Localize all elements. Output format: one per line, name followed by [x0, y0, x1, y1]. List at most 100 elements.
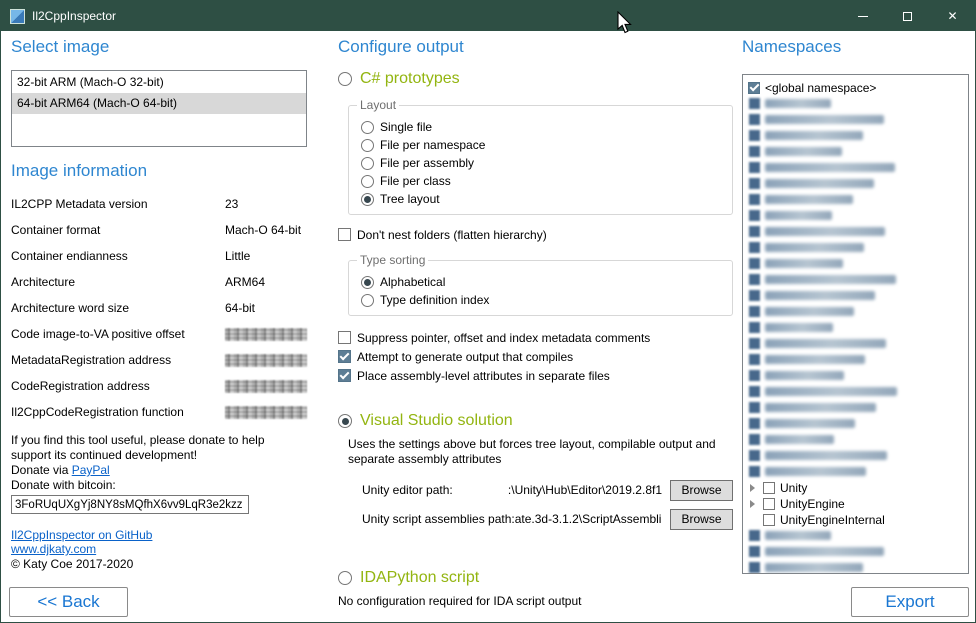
image-listbox[interactable]: 32-bit ARM (Mach-O 32-bit) 64-bit ARM64 … [11, 70, 307, 147]
configure-output-heading: Configure output [338, 37, 733, 57]
radio-type-definition-index[interactable]: Type definition index [361, 291, 722, 309]
website-link[interactable]: www.djkaty.com [11, 542, 307, 556]
expand-arrow-icon[interactable] [748, 499, 758, 509]
unity-editor-path-row: Unity editor path: :\Unity\Hub\Editor\20… [362, 479, 733, 501]
namespace-item-global[interactable]: <global namespace> [748, 80, 963, 95]
namespace-item-redacted[interactable] [748, 352, 963, 367]
github-link[interactable]: Il2CppInspector on GitHub [11, 528, 307, 542]
image-option-32bit-arm[interactable]: 32-bit ARM (Mach-O 32-bit) [12, 72, 306, 93]
namespace-item-redacted[interactable] [748, 368, 963, 383]
namespace-item-redacted[interactable] [748, 544, 963, 559]
info-row-coderegistration: CodeRegistration address [11, 373, 307, 399]
app-icon [10, 9, 25, 24]
maximize-button[interactable] [885, 1, 930, 31]
back-button[interactable]: << Back [9, 587, 128, 617]
browse-editor-path-button[interactable]: Browse [670, 480, 733, 501]
namespace-item-redacted[interactable] [748, 112, 963, 127]
suppress-metadata-comments-checkbox[interactable]: Suppress pointer, offset and index metad… [338, 328, 733, 347]
radio-file-per-namespace[interactable]: File per namespace [361, 136, 722, 154]
namespace-item-redacted[interactable] [748, 240, 963, 255]
namespace-item-unityengineinternal[interactable]: UnityEngineInternal [748, 512, 963, 527]
minimize-icon [858, 16, 868, 17]
checkbox-icon [338, 228, 351, 241]
flatten-hierarchy-checkbox[interactable]: Don't nest folders (flatten hierarchy) [338, 225, 733, 244]
namespace-item-redacted[interactable] [748, 432, 963, 447]
unity-assemblies-path-row: Unity script assemblies path: ate.3d-3.1… [362, 508, 733, 530]
namespace-item-redacted[interactable] [748, 448, 963, 463]
namespace-item-redacted[interactable] [748, 144, 963, 159]
paypal-link[interactable]: PayPal [72, 463, 110, 477]
checkbox-icon[interactable] [748, 82, 760, 94]
info-label: Architecture word size [11, 301, 225, 315]
namespace-item-unityengine[interactable]: UnityEngine [748, 496, 963, 511]
export-button[interactable]: Export [851, 587, 969, 617]
type-sorting-group-label: Type sorting [357, 254, 428, 267]
checkbox-icon [338, 350, 351, 363]
visual-studio-solution-radio[interactable]: Visual Studio solution [338, 411, 733, 431]
idapython-script-radio[interactable]: IDAPython script [338, 568, 733, 588]
checkbox-icon[interactable] [763, 482, 775, 494]
checkbox-icon [749, 258, 760, 269]
namespace-item-redacted[interactable] [748, 224, 963, 239]
titlebar[interactable]: Il2CppInspector ✕ [1, 1, 975, 31]
checkbox-icon [749, 418, 760, 429]
namespaces-list[interactable]: <global namespace> Unity UnityEngine Uni… [742, 74, 969, 574]
namespaces-heading: Namespaces [742, 37, 969, 57]
checkbox-icon [749, 98, 760, 109]
image-option-64bit-arm64[interactable]: 64-bit ARM64 (Mach-O 64-bit) [12, 93, 306, 114]
info-label: Il2CppCodeRegistration function [11, 405, 225, 419]
redacted-namespace-label [765, 147, 842, 156]
redacted-namespace-label [765, 467, 866, 476]
redacted-namespace-label [765, 195, 853, 204]
redacted-namespace-label [765, 547, 884, 556]
radio-file-per-class[interactable]: File per class [361, 172, 722, 190]
close-button[interactable]: ✕ [930, 1, 975, 31]
info-row-metadataregistration: MetadataRegistration address [11, 347, 307, 373]
checkbox-icon[interactable] [763, 498, 775, 510]
namespace-item-redacted[interactable] [748, 128, 963, 143]
layout-groupbox: Layout Single file File per namespace Fi… [348, 105, 733, 215]
donate-message: If you find this tool useful, please don… [11, 433, 293, 463]
namespace-item-redacted[interactable] [748, 336, 963, 351]
info-row-va-offset: Code image-to-VA positive offset [11, 321, 307, 347]
generate-compilable-output-checkbox[interactable]: Attempt to generate output that compiles [338, 347, 733, 366]
browse-assemblies-path-button[interactable]: Browse [670, 509, 733, 530]
checkbox-icon[interactable] [763, 514, 775, 526]
separate-attribute-files-checkbox[interactable]: Place assembly-level attributes in separ… [338, 366, 733, 385]
namespace-item-redacted[interactable] [748, 560, 963, 574]
bitcoin-address-input[interactable] [11, 495, 249, 514]
namespace-item-redacted[interactable] [748, 304, 963, 319]
namespace-item-redacted[interactable] [748, 176, 963, 191]
radio-single-file[interactable]: Single file [361, 118, 722, 136]
namespace-item-redacted[interactable] [748, 208, 963, 223]
namespace-item-redacted[interactable] [748, 416, 963, 431]
csharp-prototypes-radio[interactable]: C# prototypes [338, 69, 733, 89]
namespace-item-redacted[interactable] [748, 528, 963, 543]
namespace-item-redacted[interactable] [748, 160, 963, 175]
namespace-item-redacted[interactable] [748, 96, 963, 111]
checkbox-icon [338, 369, 351, 382]
checkbox-icon [749, 434, 760, 445]
checkbox-icon [749, 242, 760, 253]
expand-arrow-icon[interactable] [748, 483, 758, 493]
namespace-item-redacted[interactable] [748, 192, 963, 207]
namespace-item-unity[interactable]: Unity [748, 480, 963, 495]
redacted-namespace-label [765, 435, 834, 444]
namespace-item-redacted[interactable] [748, 384, 963, 399]
namespace-item-redacted[interactable] [748, 288, 963, 303]
redacted-namespace-label [765, 131, 863, 140]
configure-output-panel: Configure output C# prototypes Layout Si… [338, 37, 733, 609]
checkbox-icon [749, 162, 760, 173]
radio-file-per-assembly[interactable]: File per assembly [361, 154, 722, 172]
info-value: ARM64 [225, 275, 265, 289]
radio-alphabetical[interactable]: Alphabetical [361, 273, 722, 291]
unity-assemblies-path-label: Unity script assemblies path: [362, 512, 515, 526]
radio-tree-layout[interactable]: Tree layout [361, 190, 722, 208]
namespace-item-redacted[interactable] [748, 272, 963, 287]
namespace-item-redacted[interactable] [748, 464, 963, 479]
info-value: Little [225, 249, 250, 263]
namespace-item-redacted[interactable] [748, 400, 963, 415]
namespace-item-redacted[interactable] [748, 256, 963, 271]
namespace-item-redacted[interactable] [748, 320, 963, 335]
minimize-button[interactable] [840, 1, 885, 31]
